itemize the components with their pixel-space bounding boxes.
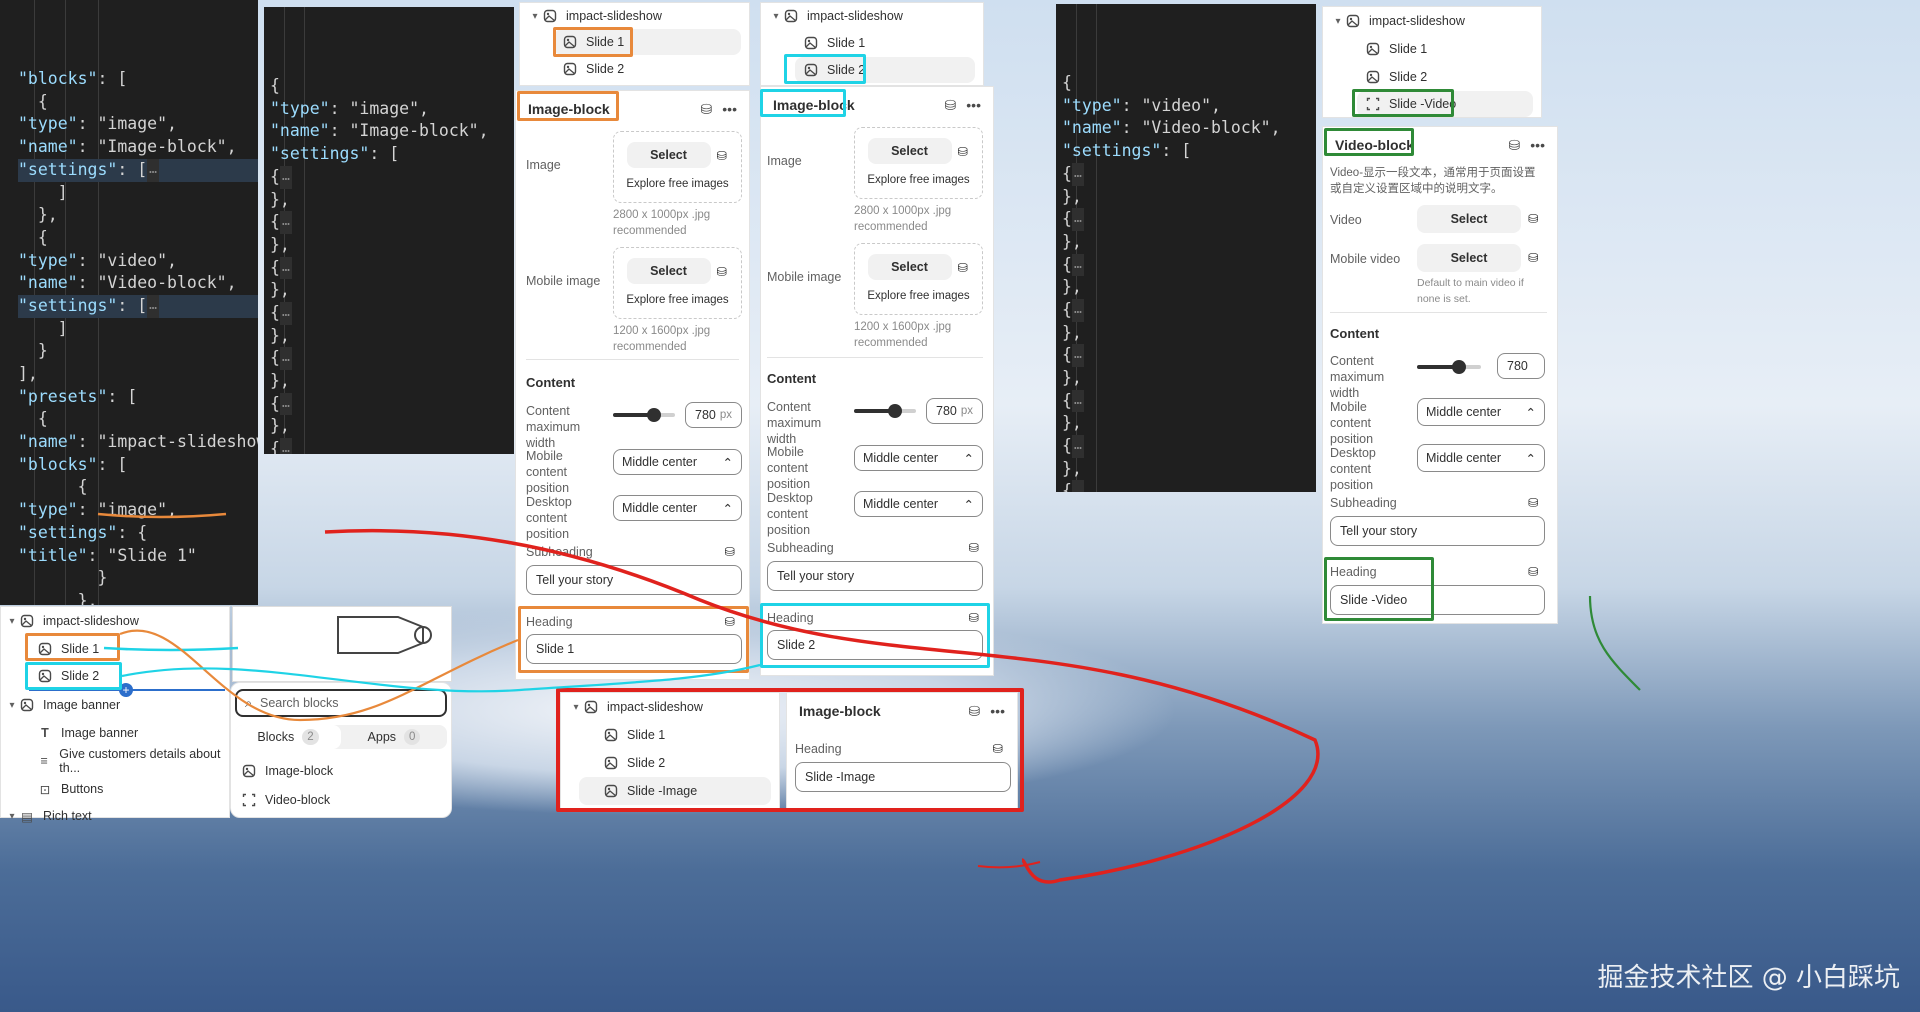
- underline-slide-2: [103, 646, 239, 652]
- underline-image-block: [977, 861, 1041, 869]
- annotation-lines: [97, 512, 1641, 884]
- connector-cyan: [121, 663, 761, 693]
- connector-green: [1588, 595, 1641, 691]
- connector-orange: [119, 629, 519, 722]
- watermark: 掘金技术社区 @ 小白踩坑: [1597, 963, 1900, 993]
- underline-slide-1: [97, 512, 227, 519]
- connector-red: [324, 528, 1320, 884]
